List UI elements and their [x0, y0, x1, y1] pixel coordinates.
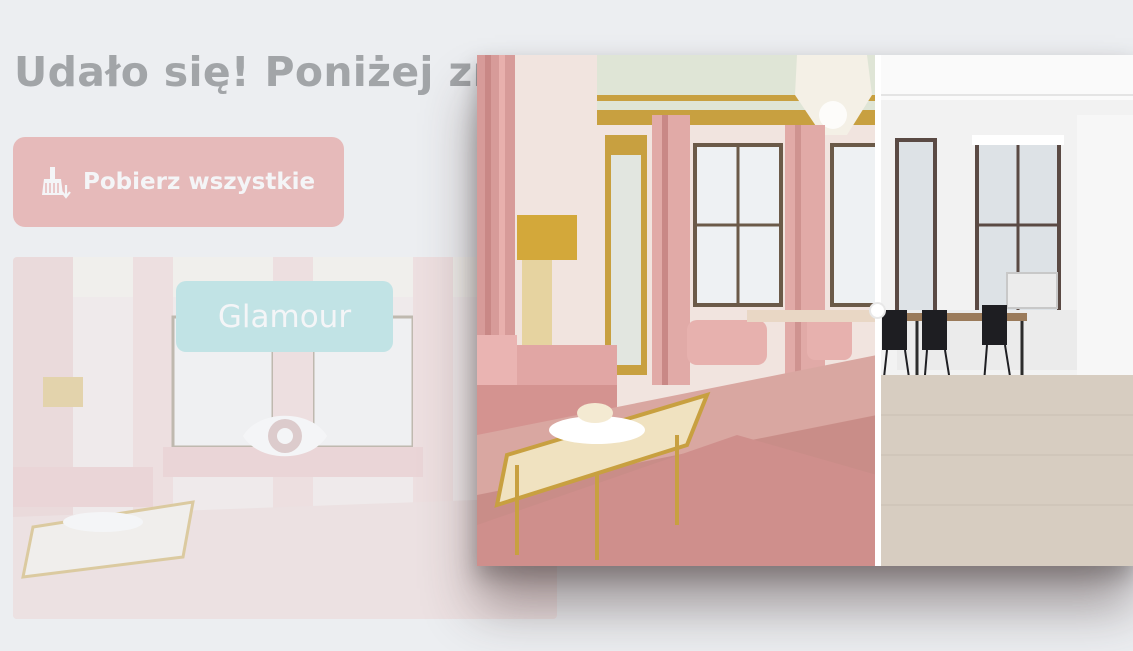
before-after-viewer[interactable]	[477, 55, 1133, 566]
before-image	[877, 55, 1133, 566]
after-image	[477, 55, 879, 566]
page-headline: Udało się! Poniżej zna	[14, 48, 530, 96]
before-after-image	[477, 55, 1133, 566]
eye-icon[interactable]	[241, 405, 329, 467]
result-card[interactable]: Glamour	[13, 257, 557, 619]
style-tag: Glamour	[176, 281, 393, 352]
broom-download-icon	[42, 167, 71, 199]
download-all-label: Pobierz wszystkie	[83, 169, 316, 195]
download-all-button[interactable]: Pobierz wszystkie	[13, 137, 344, 227]
comparison-slider-handle[interactable]	[869, 302, 886, 319]
